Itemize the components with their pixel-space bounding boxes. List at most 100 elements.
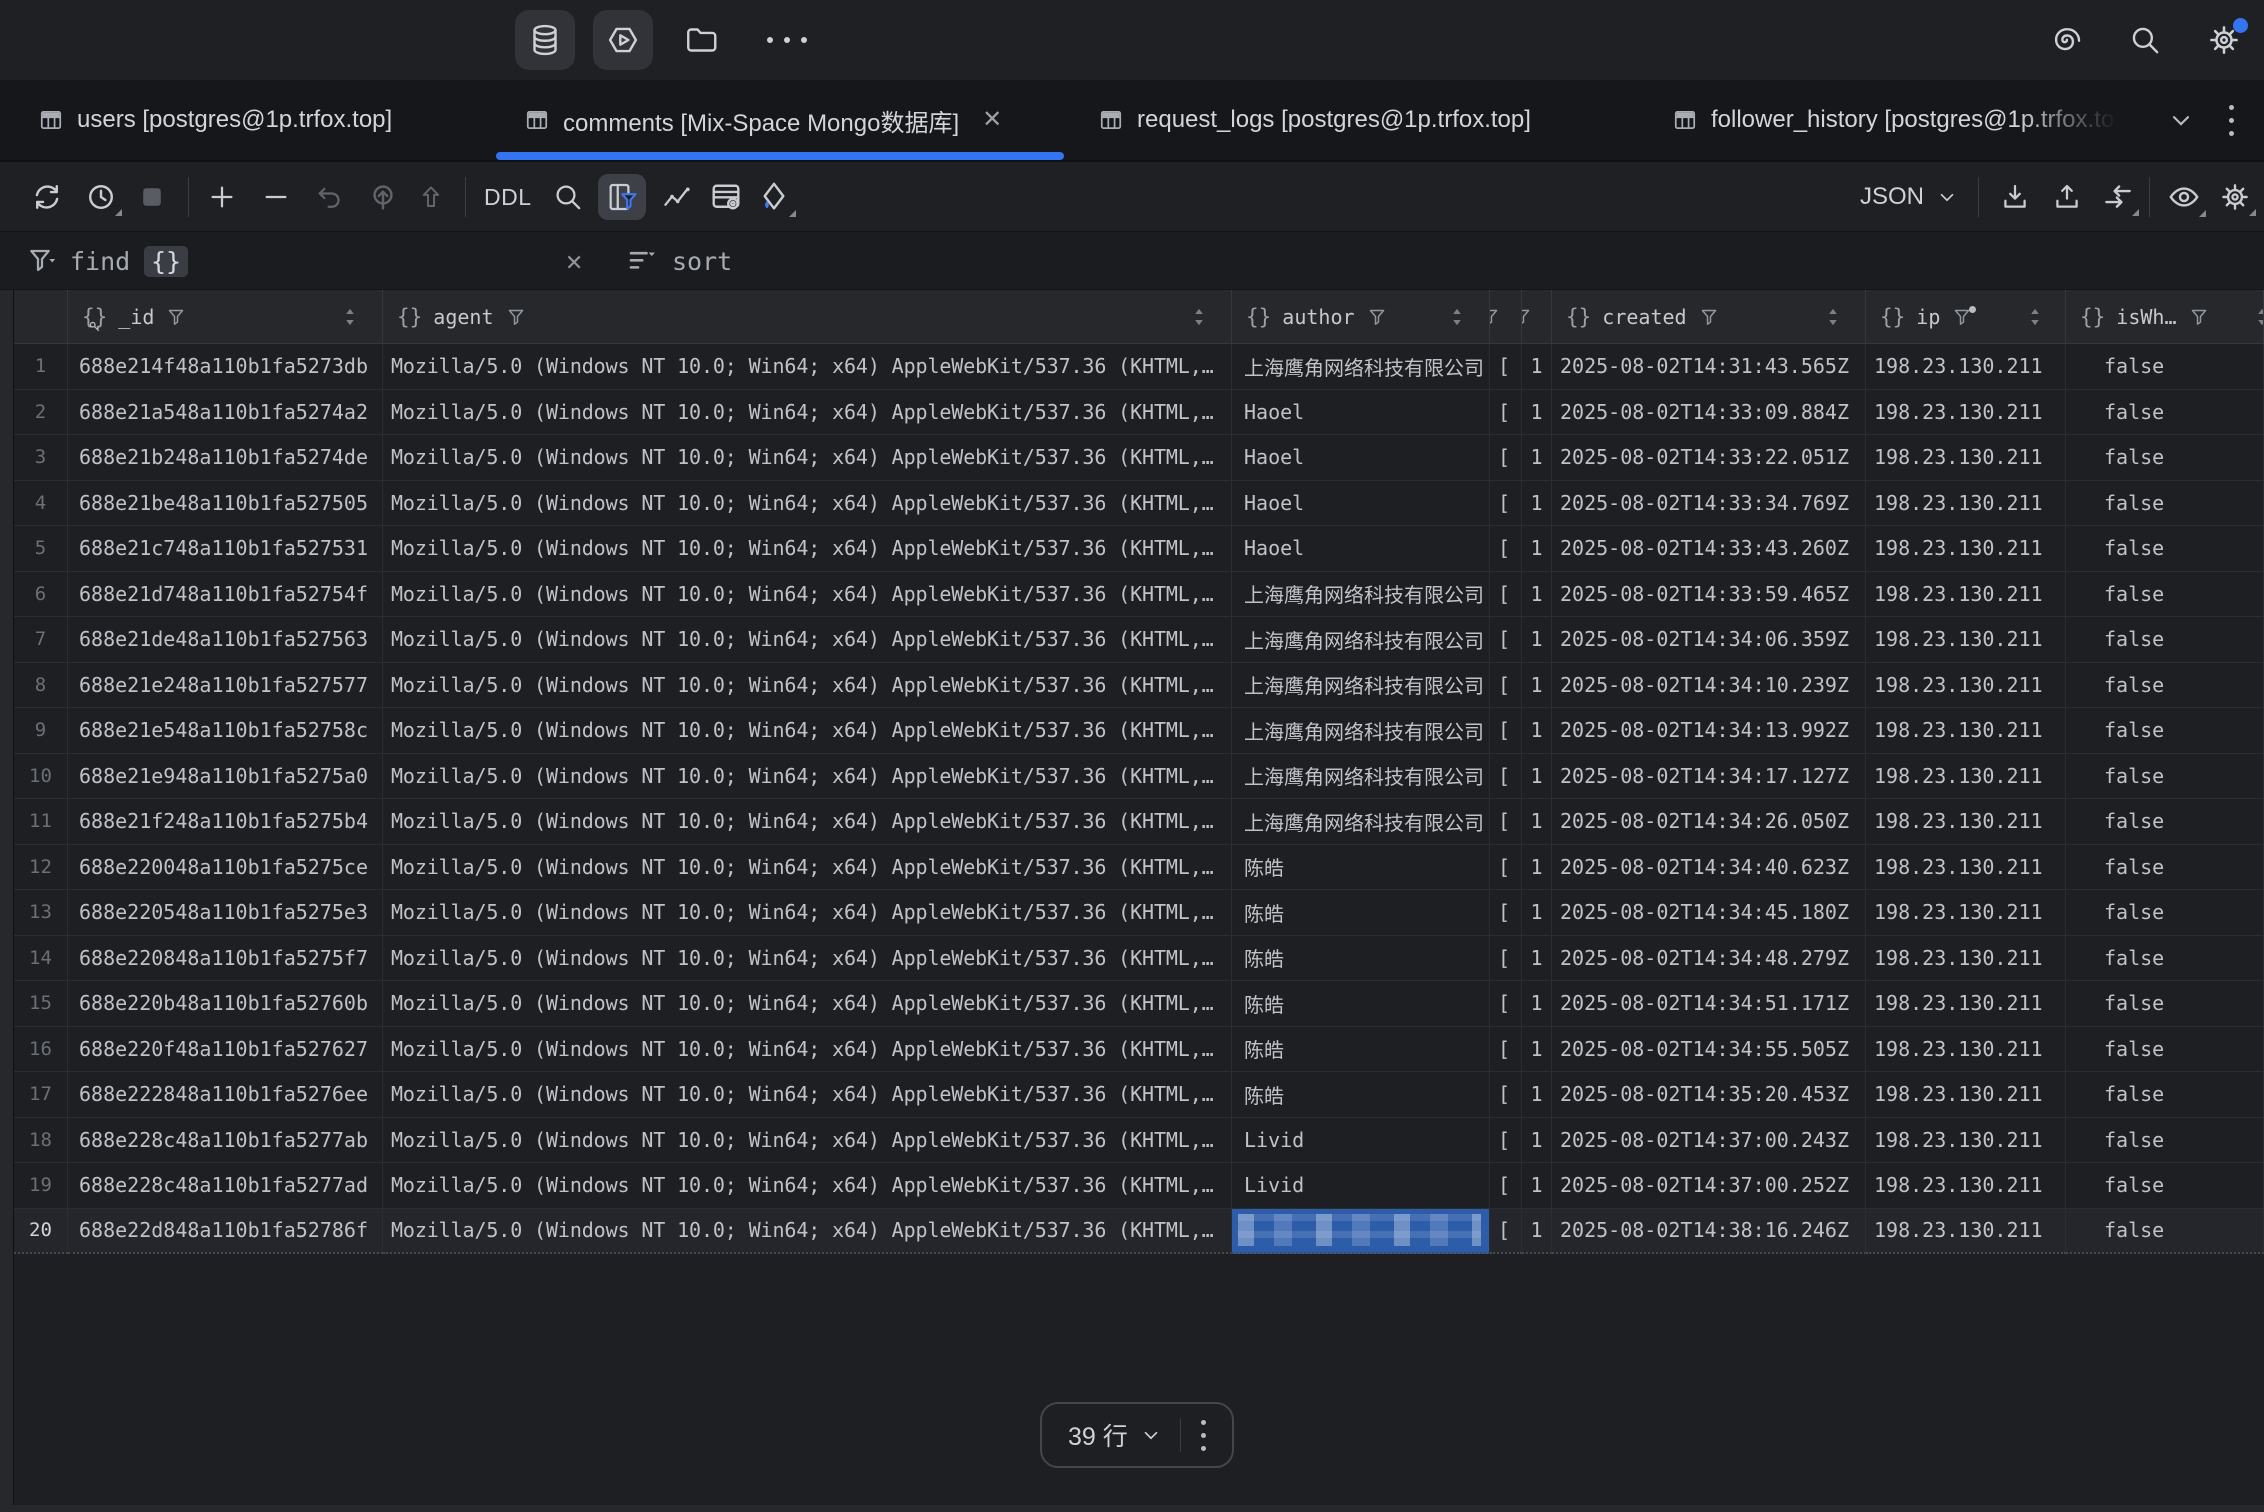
cell-author-redacted-selected[interactable] — [1232, 1209, 1490, 1255]
cell-author[interactable]: Haoel — [1232, 390, 1490, 436]
filter-funnel-icon[interactable] — [167, 308, 185, 326]
cell-created[interactable]: 2025-08-02T14:33:43.260Z — [1552, 526, 1866, 572]
cell-array-preview[interactable]: [ — [1490, 799, 1522, 845]
tab-4[interactable]: follower_history [postgres@1p.trfox.top] — [1642, 80, 2134, 160]
column-header-created[interactable]: {}created — [1552, 290, 1866, 344]
cell-iswhispers[interactable]: false — [2066, 1072, 2264, 1118]
cell-array-preview[interactable]: [ — [1490, 572, 1522, 618]
cell-created[interactable]: 2025-08-02T14:34:26.050Z — [1552, 799, 1866, 845]
cell-iswhispers[interactable]: false — [2066, 1118, 2264, 1164]
table-row[interactable]: 1688e214f48a110b1fa5273dbMozilla/5.0 (Wi… — [14, 344, 2264, 390]
preview-eye-icon[interactable] — [2166, 179, 2202, 215]
cell-id[interactable]: 688e214f48a110b1fa5273db — [68, 344, 383, 390]
cell-created[interactable]: 2025-08-02T14:34:06.359Z — [1552, 617, 1866, 663]
column-header-_id[interactable]: {}_id — [68, 290, 383, 344]
table-row[interactable]: 19688e228c48a110b1fa5277adMozilla/5.0 (W… — [14, 1163, 2264, 1209]
cell-ip[interactable]: 198.23.130.211 — [1866, 344, 2066, 390]
column-header-ip[interactable]: {}ip — [1866, 290, 2066, 344]
cell-ip[interactable]: 198.23.130.211 — [1866, 890, 2066, 936]
sort-arrows-icon[interactable] — [344, 307, 356, 327]
cell-count[interactable]: 1 — [1522, 890, 1552, 936]
cell-ip[interactable]: 198.23.130.211 — [1866, 936, 2066, 982]
more-tools-button[interactable] — [767, 10, 807, 70]
cell-array-preview[interactable]: [ — [1490, 1027, 1522, 1073]
cell-ip[interactable]: 198.23.130.211 — [1866, 617, 2066, 663]
cell-array-preview[interactable]: [ — [1490, 936, 1522, 982]
query-console-button[interactable] — [593, 10, 653, 70]
cell-created[interactable]: 2025-08-02T14:34:48.279Z — [1552, 936, 1866, 982]
cell-array-preview[interactable]: [ — [1490, 1163, 1522, 1209]
sort-lines-icon[interactable] — [626, 232, 660, 290]
color-format-icon[interactable] — [756, 179, 792, 215]
column-header-isWh[interactable]: {}isWh… — [2066, 290, 2264, 344]
ddl-button[interactable]: DDL — [484, 184, 532, 211]
cell-iswhispers[interactable]: false — [2066, 344, 2264, 390]
row-number[interactable]: 17 — [14, 1072, 68, 1118]
table-row[interactable]: 2688e21a548a110b1fa5274a2Mozilla/5.0 (Wi… — [14, 390, 2264, 436]
cell-iswhispers[interactable]: false — [2066, 936, 2264, 982]
table-row[interactable]: 20688e22d848a110b1fa52786fMozilla/5.0 (W… — [14, 1209, 2264, 1255]
pill-kebab-menu-icon[interactable] — [1201, 1420, 1206, 1451]
tab-1[interactable]: users [postgres@1p.trfox.top] — [8, 80, 494, 160]
tab-list-chevron-down-icon[interactable] — [2167, 106, 2195, 134]
table-row[interactable]: 16688e220f48a110b1fa527627Mozilla/5.0 (W… — [14, 1027, 2264, 1073]
cell-author[interactable]: 上海鹰角网络科技有限公司 — [1232, 572, 1490, 618]
cell-author[interactable]: 陈皓 — [1232, 981, 1490, 1027]
cell-agent[interactable]: Mozilla/5.0 (Windows NT 10.0; Win64; x64… — [383, 526, 1232, 572]
tab-2[interactable]: comments [Mix-Space Mongo数据库]✕ — [494, 80, 1068, 160]
cell-id[interactable]: 688e220f48a110b1fa527627 — [68, 1027, 383, 1073]
cell-id[interactable]: 688e228c48a110b1fa5277ad — [68, 1163, 383, 1209]
row-number[interactable]: 16 — [14, 1027, 68, 1073]
table-row[interactable]: 17688e222848a110b1fa5276eeMozilla/5.0 (W… — [14, 1072, 2264, 1118]
sort-arrows-icon[interactable] — [1827, 307, 1839, 327]
cell-count[interactable]: 1 — [1522, 708, 1552, 754]
settings-button[interactable] — [2206, 10, 2242, 70]
cell-author[interactable]: Haoel — [1232, 526, 1490, 572]
table-row[interactable]: 9688e21e548a110b1fa52758cMozilla/5.0 (Wi… — [14, 708, 2264, 754]
cell-agent[interactable]: Mozilla/5.0 (Windows NT 10.0; Win64; x64… — [383, 845, 1232, 891]
cell-agent[interactable]: Mozilla/5.0 (Windows NT 10.0; Win64; x64… — [383, 663, 1232, 709]
mention-button[interactable] — [2048, 10, 2084, 70]
column-filter-toggle-button[interactable] — [598, 174, 646, 220]
cell-array-preview[interactable]: [ — [1490, 981, 1522, 1027]
cell-created[interactable]: 2025-08-02T14:35:20.453Z — [1552, 1072, 1866, 1118]
cell-agent[interactable]: Mozilla/5.0 (Windows NT 10.0; Win64; x64… — [383, 1209, 1232, 1255]
cell-iswhispers[interactable]: false — [2066, 435, 2264, 481]
cell-count[interactable]: 1 — [1522, 572, 1552, 618]
cell-created[interactable]: 2025-08-02T14:33:34.769Z — [1552, 481, 1866, 527]
cell-array-preview[interactable]: [ — [1490, 617, 1522, 663]
tab-kebab-menu-icon[interactable] — [2229, 105, 2234, 136]
cell-ip[interactable]: 198.23.130.211 — [1866, 981, 2066, 1027]
cell-count[interactable]: 1 — [1522, 1209, 1552, 1255]
cell-agent[interactable]: Mozilla/5.0 (Windows NT 10.0; Win64; x64… — [383, 754, 1232, 800]
cell-created[interactable]: 2025-08-02T14:34:55.505Z — [1552, 1027, 1866, 1073]
add-row-icon[interactable] — [207, 182, 237, 212]
cell-created[interactable]: 2025-08-02T14:37:00.243Z — [1552, 1118, 1866, 1164]
cell-created[interactable]: 2025-08-02T14:33:59.465Z — [1552, 572, 1866, 618]
sort-arrows-icon[interactable] — [2029, 307, 2041, 327]
cell-agent[interactable]: Mozilla/5.0 (Windows NT 10.0; Win64; x64… — [383, 617, 1232, 663]
column-header-agent[interactable]: {}agent — [383, 290, 1232, 344]
table-row[interactable]: 15688e220b48a110b1fa52760bMozilla/5.0 (W… — [14, 981, 2264, 1027]
cell-array-preview[interactable]: [ — [1490, 526, 1522, 572]
clear-filter-icon[interactable]: ✕ — [566, 232, 582, 290]
export-download-icon[interactable] — [1999, 181, 2031, 213]
cell-iswhispers[interactable]: false — [2066, 981, 2264, 1027]
cell-array-preview[interactable]: [ — [1490, 845, 1522, 891]
row-number[interactable]: 20 — [14, 1209, 68, 1255]
grid-gear-icon[interactable] — [2218, 180, 2252, 214]
cell-count[interactable]: 1 — [1522, 799, 1552, 845]
remove-row-icon[interactable] — [261, 182, 291, 212]
cell-array-preview[interactable]: [ — [1490, 1072, 1522, 1118]
cell-array-preview[interactable]: [ — [1490, 754, 1522, 800]
history-clock-icon[interactable] — [84, 180, 118, 214]
cell-iswhispers[interactable]: false — [2066, 1163, 2264, 1209]
filter-funnel-icon[interactable] — [1522, 308, 1531, 326]
cell-author[interactable]: 上海鹰角网络科技有限公司 — [1232, 799, 1490, 845]
cell-count[interactable]: 1 — [1522, 481, 1552, 527]
cell-id[interactable]: 688e21c748a110b1fa527531 — [68, 526, 383, 572]
row-number[interactable]: 3 — [14, 435, 68, 481]
cell-author[interactable]: 陈皓 — [1232, 890, 1490, 936]
cell-agent[interactable]: Mozilla/5.0 (Windows NT 10.0; Win64; x64… — [383, 936, 1232, 982]
cell-count[interactable]: 1 — [1522, 1163, 1552, 1209]
